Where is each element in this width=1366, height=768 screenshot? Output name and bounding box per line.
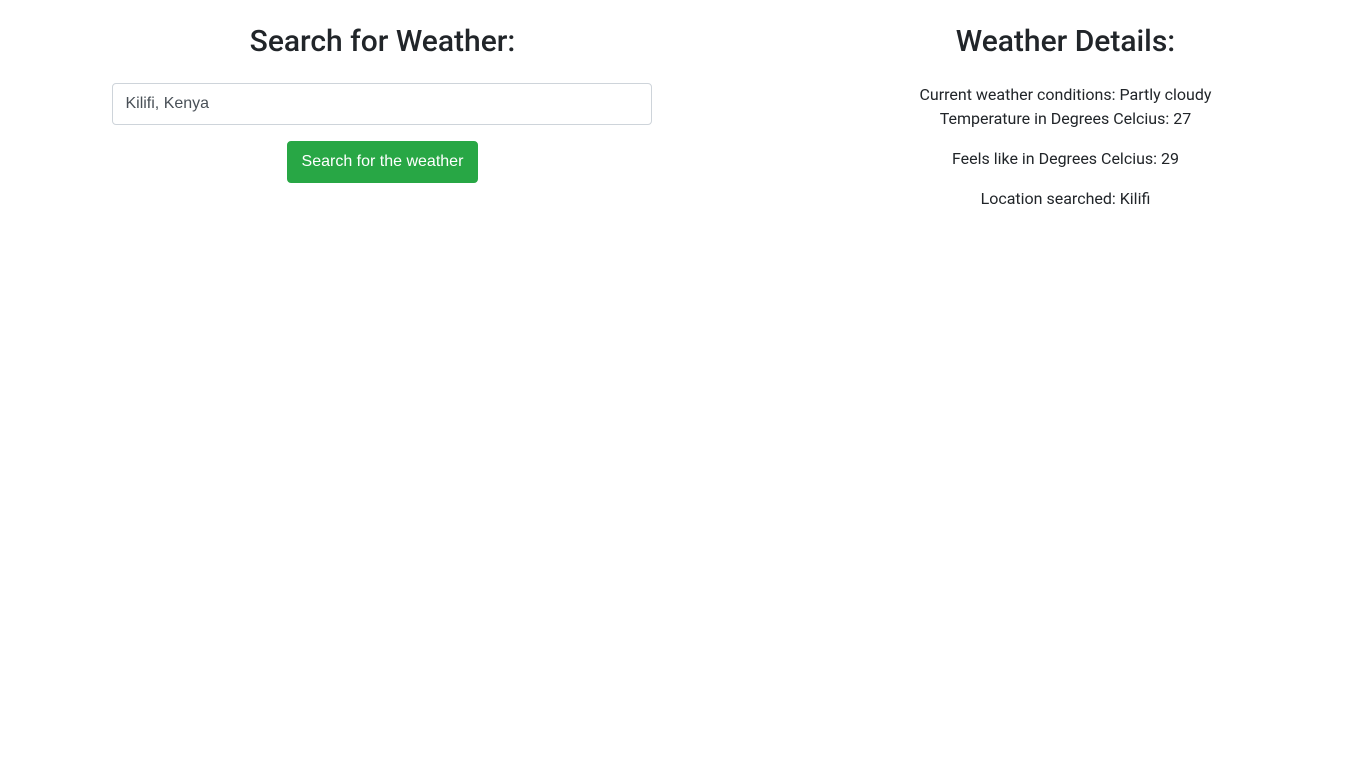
temperature-text: Temperature in Degrees Celcius: 27 xyxy=(781,107,1350,131)
feels-like-block: Feels like in Degrees Celcius: 29 xyxy=(781,147,1350,171)
location-input[interactable] xyxy=(112,83,652,125)
search-panel: Search for Weather: Search for the weath… xyxy=(0,0,765,227)
conditions-block: Current weather conditions: Partly cloud… xyxy=(781,83,1350,131)
feels-like-text: Feels like in Degrees Celcius: 29 xyxy=(781,147,1350,171)
location-block: Location searched: Kilifi xyxy=(781,187,1350,211)
details-panel: Weather Details: Current weather conditi… xyxy=(765,0,1366,227)
main-container: Search for Weather: Search for the weath… xyxy=(0,0,1366,227)
details-heading: Weather Details: xyxy=(781,24,1350,59)
search-button[interactable]: Search for the weather xyxy=(287,141,479,183)
search-heading: Search for Weather: xyxy=(16,24,749,59)
conditions-text: Current weather conditions: Partly cloud… xyxy=(781,83,1350,107)
location-text: Location searched: Kilifi xyxy=(781,187,1350,211)
